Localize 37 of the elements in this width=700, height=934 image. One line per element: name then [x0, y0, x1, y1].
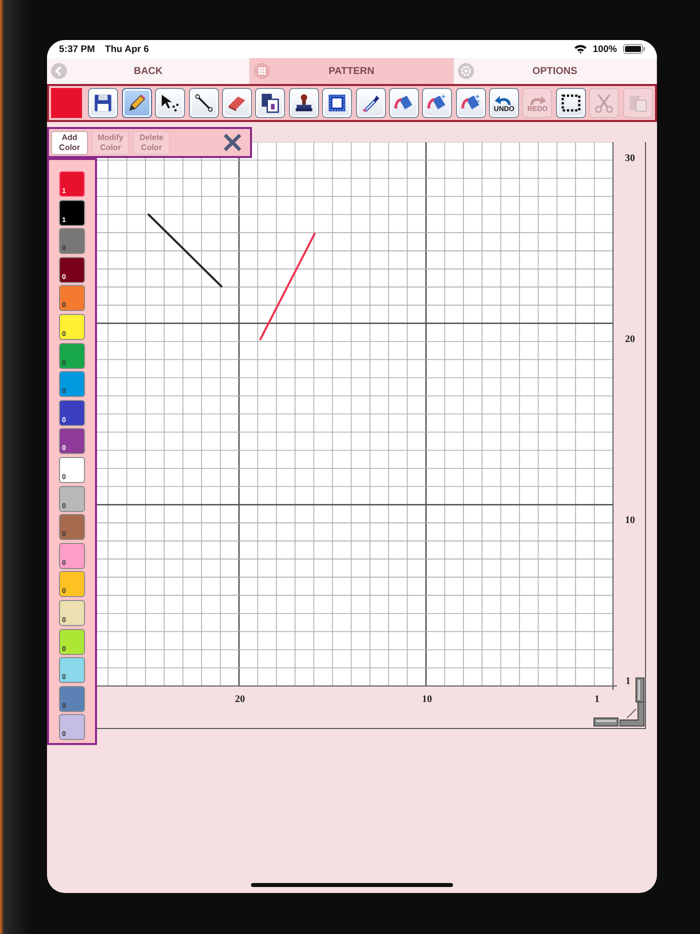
column-label: 20 [235, 694, 245, 705]
battery-icon [623, 44, 645, 54]
tool-button[interactable] [122, 88, 152, 118]
arrow-cursor-icon [159, 92, 182, 114]
status-date: Thu Apr 6 [104, 44, 149, 54]
tool-button[interactable] [88, 88, 118, 118]
tab[interactable]: PATTERN [250, 58, 454, 84]
documents-icon [259, 92, 282, 114]
battery-percent: 100% [592, 44, 617, 54]
wifi-icon [574, 44, 587, 54]
close-icon[interactable] [223, 133, 242, 152]
back-icon [51, 63, 67, 79]
current-color-swatch[interactable] [51, 88, 82, 118]
tool-button[interactable] [188, 88, 219, 118]
row-label: 20 [625, 334, 635, 345]
tool-button[interactable] [322, 88, 352, 118]
row-label: 1 [626, 676, 630, 687]
column-label: 1 [594, 694, 600, 705]
grid-icon [254, 63, 270, 79]
tool-button[interactable] [155, 88, 186, 118]
frame-icon [326, 92, 348, 114]
settings-icon [458, 63, 474, 79]
tool-button[interactable] [255, 88, 286, 118]
scissors-icon [593, 92, 616, 114]
status-time: 5:37 PM [59, 44, 95, 54]
tool-button[interactable] [288, 88, 319, 118]
column-label: 10 [422, 694, 432, 705]
row-label: 30 [625, 153, 635, 164]
color-action-button[interactable]: Add Color [51, 130, 88, 154]
row-label: 10 [625, 515, 635, 526]
dashed-rectangle-icon [560, 92, 582, 114]
tool-button[interactable] [356, 88, 386, 118]
scroll-handle-icon[interactable] [636, 678, 644, 702]
line-icon [192, 92, 215, 114]
tool-button[interactable] [556, 88, 586, 118]
scroll-handle-icon[interactable] [594, 718, 618, 726]
corner-handle-icon[interactable] [620, 702, 644, 726]
